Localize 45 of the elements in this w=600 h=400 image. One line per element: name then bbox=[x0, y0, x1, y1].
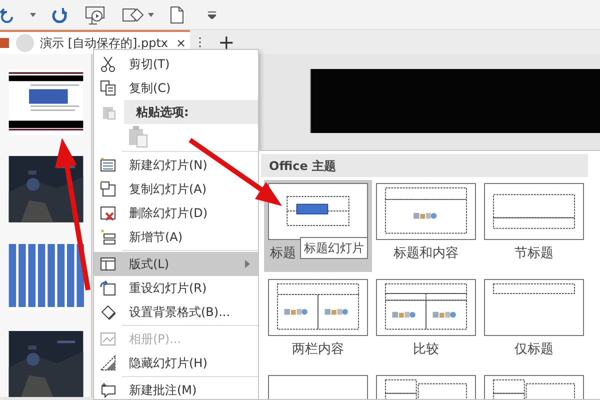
menu-item[interactable]: 隐藏幻灯片(H) bbox=[94, 351, 258, 375]
copy-icon bbox=[100, 80, 116, 96]
background-icon bbox=[100, 304, 116, 320]
section-icon bbox=[100, 229, 116, 245]
close-button[interactable]: × bbox=[176, 34, 186, 52]
caret-icon[interactable] bbox=[148, 12, 154, 16]
customize-icon[interactable] bbox=[208, 10, 216, 18]
new-slide-icon bbox=[100, 157, 116, 173]
menu-item[interactable]: 新建批注(M) bbox=[94, 378, 258, 399]
layout-option[interactable]: 两栏内容 bbox=[264, 276, 372, 368]
gallery-heading: Office 主题 bbox=[261, 154, 588, 177]
layout-option[interactable]: 标题和内容 bbox=[372, 180, 480, 272]
paste-icon bbox=[102, 104, 116, 120]
menu-item[interactable]: 复制幻灯片(A) bbox=[94, 177, 258, 201]
caret-icon[interactable] bbox=[30, 12, 36, 16]
slideshow-icon[interactable] bbox=[84, 4, 106, 24]
redo-icon[interactable] bbox=[52, 6, 68, 22]
undo-icon[interactable] bbox=[0, 6, 14, 22]
menu-item[interactable]: 新增节(A) bbox=[94, 225, 258, 249]
hide-slide-icon bbox=[100, 355, 116, 371]
menu-item[interactable]: 复制(C) bbox=[94, 76, 258, 100]
avatar-icon bbox=[14, 34, 36, 52]
new-file-icon[interactable] bbox=[170, 6, 184, 24]
reset-slide-icon bbox=[100, 280, 116, 296]
duplicate-slide-icon bbox=[100, 181, 116, 197]
menu-item[interactable]: 重设幻灯片(R) bbox=[94, 276, 258, 300]
paste-options-heading: 粘贴选项: bbox=[124, 100, 258, 124]
menu-item[interactable]: 剪切(T) bbox=[94, 52, 258, 76]
tab-title: 演示 [自动保存的].pptx bbox=[40, 35, 168, 52]
menu-item[interactable]: 新建幻灯片(N) bbox=[94, 153, 258, 177]
layout-icon bbox=[100, 256, 116, 272]
file-icon bbox=[0, 36, 10, 50]
menu-item[interactable]: 版式(L) bbox=[94, 252, 258, 276]
shapes-icon[interactable] bbox=[122, 6, 144, 24]
delete-slide-icon bbox=[100, 205, 116, 221]
layout-option[interactable]: 比较 bbox=[372, 276, 480, 368]
menu-item[interactable]: 删除幻灯片(D) bbox=[94, 201, 258, 225]
layout-option[interactable]: 节标题 bbox=[480, 180, 588, 272]
more-button[interactable]: ⋮ bbox=[190, 33, 210, 51]
submenu-arrow-icon bbox=[245, 260, 250, 268]
tooltip: 标题幻灯片 bbox=[300, 237, 368, 259]
cut-icon bbox=[100, 56, 116, 72]
photo-album-icon bbox=[100, 331, 116, 347]
menu-item[interactable]: 设置背景格式(B)... bbox=[94, 300, 258, 324]
layout-option[interactable]: 仅标题 bbox=[480, 276, 588, 368]
